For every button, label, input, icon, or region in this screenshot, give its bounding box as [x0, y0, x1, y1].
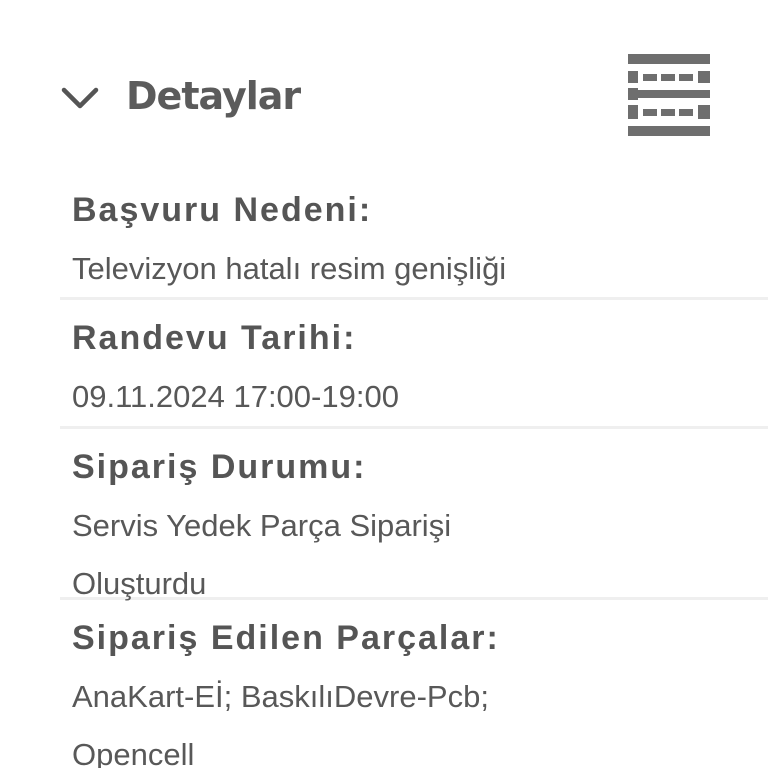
detail-label: Başvuru Nedeni:	[72, 191, 373, 229]
detail-label: Randevu Tarihi:	[72, 319, 357, 357]
details-header[interactable]: Detaylar	[0, 0, 768, 180]
detail-row-ordered-parts: Sipariş Edilen Parçalar: AnaKart-Eİ; Bas…	[0, 600, 768, 768]
details-list: Başvuru Nedeni: Televizyon hatalı resim …	[0, 180, 768, 768]
detail-value: AnaKart-Eİ; BaskılıDevre-Pcb; Opencell	[72, 679, 489, 768]
detail-row-application-reason: Başvuru Nedeni: Televizyon hatalı resim …	[0, 180, 768, 297]
table-icon[interactable]	[626, 52, 712, 138]
detail-label: Sipariş Edilen Parçalar:	[72, 619, 500, 657]
chevron-down-icon[interactable]	[58, 78, 102, 118]
detail-value: 09.11.2024 17:00-19:00	[72, 379, 399, 414]
detail-row-appointment-date: Randevu Tarihi: 09.11.2024 17:00-19:00	[0, 300, 768, 426]
detail-row-order-status: Sipariş Durumu: Servis Yedek Parça Sipar…	[0, 429, 768, 601]
section-title: Detaylar	[126, 74, 301, 118]
detail-value: Televizyon hatalı resim genişliği	[72, 251, 507, 286]
detail-value: Servis Yedek Parça Siparişi Oluşturdu	[72, 508, 452, 601]
detail-label: Sipariş Durumu:	[72, 448, 367, 486]
